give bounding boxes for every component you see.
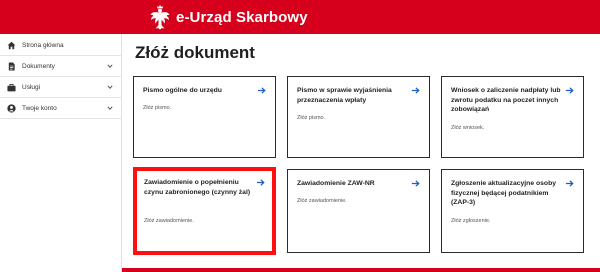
- arrow-right-icon: [411, 179, 420, 188]
- chevron-down-icon: [107, 84, 113, 90]
- card-title: Wniosek o zaliczenie nadpłaty lub zwrotu…: [451, 87, 561, 114]
- sidebar: Strona główna Dokumenty Usługi Twoje kon…: [0, 34, 122, 272]
- footer-stripe: [122, 268, 600, 272]
- eagle-emblem-icon: [150, 4, 170, 30]
- card-zap-3[interactable]: Zgłoszenie aktualizacyjne osoby fizyczne…: [441, 169, 584, 253]
- card-pismo-ogolne[interactable]: Pismo ogólne do urzędu Złóż pismo.: [133, 76, 276, 158]
- card-description: Złóż zgłoszenie.: [451, 218, 491, 224]
- card-pismo-wyjasnienia[interactable]: Pismo w sprawie wyjaśnienia przeznaczeni…: [287, 76, 430, 158]
- card-description: Złóż pismo.: [143, 105, 172, 111]
- brand-name: e-Urząd Skarbowy: [176, 8, 308, 26]
- brand[interactable]: e-Urząd Skarbowy: [150, 4, 308, 30]
- sidebar-item-documents[interactable]: Dokumenty: [0, 56, 121, 77]
- chevron-down-icon: [107, 63, 113, 69]
- card-title: Zgłoszenie aktualizacyjne osoby fizyczne…: [451, 180, 557, 207]
- briefcase-icon: [7, 83, 16, 92]
- arrow-right-icon: [565, 86, 574, 95]
- top-bar: e-Urząd Skarbowy: [0, 0, 600, 34]
- card-description: Złóż zawiadomienie.: [144, 218, 194, 224]
- chevron-down-icon: [107, 105, 113, 111]
- sidebar-item-services[interactable]: Usługi: [0, 77, 121, 98]
- card-wniosek-nadplaty[interactable]: Wniosek o zaliczenie nadpłaty lub zwrotu…: [441, 76, 584, 158]
- home-icon: [7, 41, 16, 50]
- card-title: Pismo w sprawie wyjaśnienia przeznaczeni…: [297, 87, 392, 104]
- page-title: Złóż dokument: [135, 43, 255, 62]
- card-czynny-zal[interactable]: Zawiadomienie o popełnieniu czynu zabron…: [133, 167, 276, 255]
- card-title: Zawiadomienie o popełnieniu czynu zabron…: [144, 179, 251, 196]
- card-description: Złóż pismo.: [297, 115, 326, 121]
- sidebar-item-label: Dokumenty: [22, 62, 55, 70]
- arrow-right-icon: [565, 179, 574, 188]
- sidebar-item-label: Usługi: [22, 83, 41, 91]
- document-icon: [7, 61, 16, 71]
- sidebar-item-label: Strona główna: [22, 41, 64, 49]
- card-description: Złóż zawiadomienie.: [297, 198, 347, 204]
- card-title: Pismo ogólne do urzędu: [143, 87, 222, 94]
- sidebar-item-label: Twoje konto: [22, 104, 57, 112]
- card-title: Zawiadomienie ZAW-NR: [297, 180, 375, 187]
- arrow-right-icon: [411, 86, 420, 95]
- arrow-right-icon: [257, 86, 266, 95]
- card-description: Złóż wniosek.: [451, 125, 485, 131]
- sidebar-item-account[interactable]: Twoje konto: [0, 98, 121, 119]
- card-zaw-nr[interactable]: Zawiadomienie ZAW-NR Złóż zawiadomienie.: [287, 169, 430, 253]
- arrow-right-icon: [256, 178, 265, 187]
- main-content: Złóż dokument Pismo ogólne do urzędu Złó…: [122, 34, 600, 272]
- account-icon: [7, 103, 16, 113]
- sidebar-item-home[interactable]: Strona główna: [0, 35, 121, 56]
